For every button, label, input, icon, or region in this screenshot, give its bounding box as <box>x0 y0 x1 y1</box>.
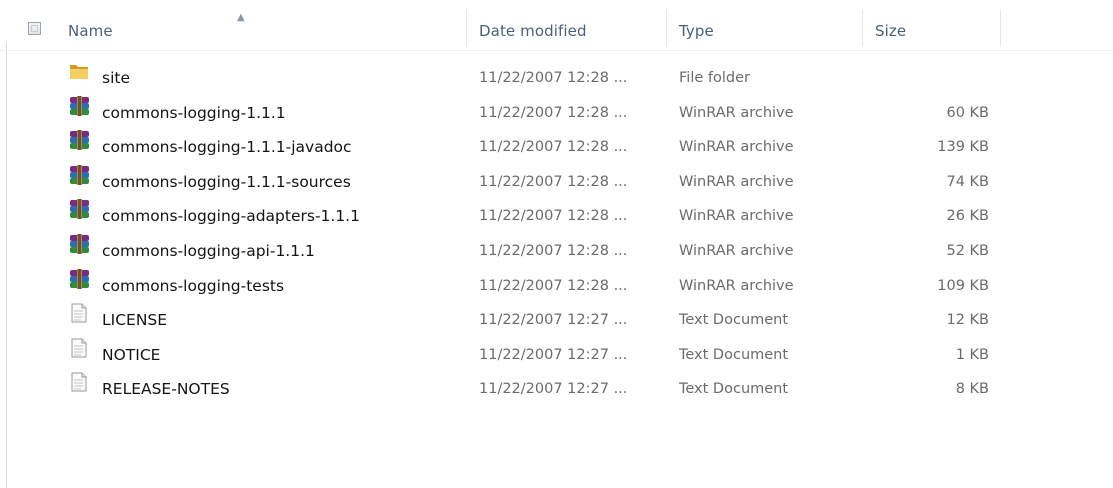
file-name: commons-logging-1.1.1-sources <box>102 172 351 191</box>
file-date-modified: 11/22/2007 12:27 ... <box>479 381 628 398</box>
file-name: RELEASE-NOTES <box>102 380 230 399</box>
file-row[interactable]: commons-logging-1.1.1-javadoc 11/22/2007… <box>0 130 1113 165</box>
file-row[interactable]: commons-logging-api-1.1.1 11/22/2007 12:… <box>0 233 1113 269</box>
file-date-modified: 11/22/2007 12:27 ... <box>479 312 628 329</box>
file-size: 1 KB <box>955 346 989 363</box>
winrar-archive-icon <box>68 164 92 185</box>
file-name: commons-logging-api-1.1.1 <box>102 241 315 260</box>
folder-icon <box>68 61 92 81</box>
file-row[interactable]: commons-logging-1.1.1-sources 11/22/2007… <box>0 164 1113 200</box>
column-header-date-modified[interactable]: Date modified <box>479 10 587 50</box>
file-date-modified: 11/22/2007 12:28 ... <box>479 277 628 294</box>
file-rows: site 11/22/2007 12:28 ... File folder co… <box>0 61 1113 407</box>
file-list-view: Name ▲ Date modified Type Size site 11/2… <box>0 0 1113 488</box>
file-size: 139 KB <box>937 139 989 156</box>
file-type: WinRAR archive <box>679 208 794 225</box>
file-type: WinRAR archive <box>679 173 794 190</box>
file-row[interactable]: LICENSE 11/22/2007 12:27 ... Text Docume… <box>0 303 1113 338</box>
file-date-modified: 11/22/2007 12:28 ... <box>479 173 628 190</box>
file-row[interactable]: RELEASE-NOTES 11/22/2007 12:27 ... Text … <box>0 372 1113 407</box>
column-divider[interactable] <box>666 10 667 46</box>
file-date-modified: 11/22/2007 12:28 ... <box>479 208 628 225</box>
column-divider[interactable] <box>466 10 467 46</box>
file-row[interactable]: site 11/22/2007 12:28 ... File folder <box>0 61 1113 96</box>
file-row[interactable]: commons-logging-1.1.1 11/22/2007 12:28 .… <box>0 95 1113 131</box>
text-document-icon <box>68 372 92 392</box>
winrar-archive-icon <box>68 233 92 254</box>
file-size: 52 KB <box>946 242 989 259</box>
file-row[interactable]: commons-logging-adapters-1.1.1 11/22/200… <box>0 199 1113 234</box>
file-name: commons-logging-adapters-1.1.1 <box>102 207 360 226</box>
file-name: NOTICE <box>102 345 161 364</box>
column-header-name[interactable]: Name <box>68 10 113 50</box>
file-type: WinRAR archive <box>679 139 794 156</box>
file-name: commons-logging-1.1.1 <box>102 103 286 122</box>
winrar-archive-icon <box>68 268 92 289</box>
sort-ascending-icon: ▲ <box>237 12 245 23</box>
file-size: 12 KB <box>946 312 989 329</box>
file-date-modified: 11/22/2007 12:28 ... <box>479 139 628 156</box>
text-document-icon <box>68 338 92 358</box>
file-name: commons-logging-tests <box>102 276 285 295</box>
file-type: WinRAR archive <box>679 242 794 259</box>
winrar-archive-icon <box>68 95 92 116</box>
file-type: Text Document <box>679 312 789 329</box>
column-header-type[interactable]: Type <box>679 10 714 50</box>
file-type: WinRAR archive <box>679 104 794 121</box>
file-type: Text Document <box>679 381 789 398</box>
file-size: 109 KB <box>937 277 989 294</box>
file-date-modified: 11/22/2007 12:28 ... <box>479 70 628 86</box>
file-name: commons-logging-1.1.1-javadoc <box>102 138 352 157</box>
file-date-modified: 11/22/2007 12:28 ... <box>479 242 628 259</box>
column-divider[interactable] <box>1000 10 1001 46</box>
file-type: WinRAR archive <box>679 277 794 294</box>
file-type: Text Document <box>679 346 789 363</box>
column-header-size[interactable]: Size <box>875 10 906 50</box>
file-size: 26 KB <box>946 208 989 225</box>
file-type: File folder <box>679 70 750 86</box>
column-header-bar: Name ▲ Date modified Type Size <box>0 10 1113 51</box>
file-size: 74 KB <box>946 173 989 190</box>
winrar-archive-icon <box>68 130 92 151</box>
column-divider[interactable] <box>862 10 863 46</box>
text-document-icon <box>68 303 92 323</box>
file-row[interactable]: NOTICE 11/22/2007 12:27 ... Text Documen… <box>0 338 1113 373</box>
file-name: site <box>102 69 130 87</box>
file-size: 8 KB <box>955 381 989 398</box>
file-date-modified: 11/22/2007 12:28 ... <box>479 104 628 121</box>
winrar-archive-icon <box>68 199 92 220</box>
file-row[interactable]: commons-logging-tests 11/22/2007 12:28 .… <box>0 268 1113 304</box>
file-size: 60 KB <box>946 104 989 121</box>
file-date-modified: 11/22/2007 12:27 ... <box>479 346 628 363</box>
select-all-checkbox[interactable] <box>28 22 41 35</box>
file-name: LICENSE <box>102 311 168 330</box>
